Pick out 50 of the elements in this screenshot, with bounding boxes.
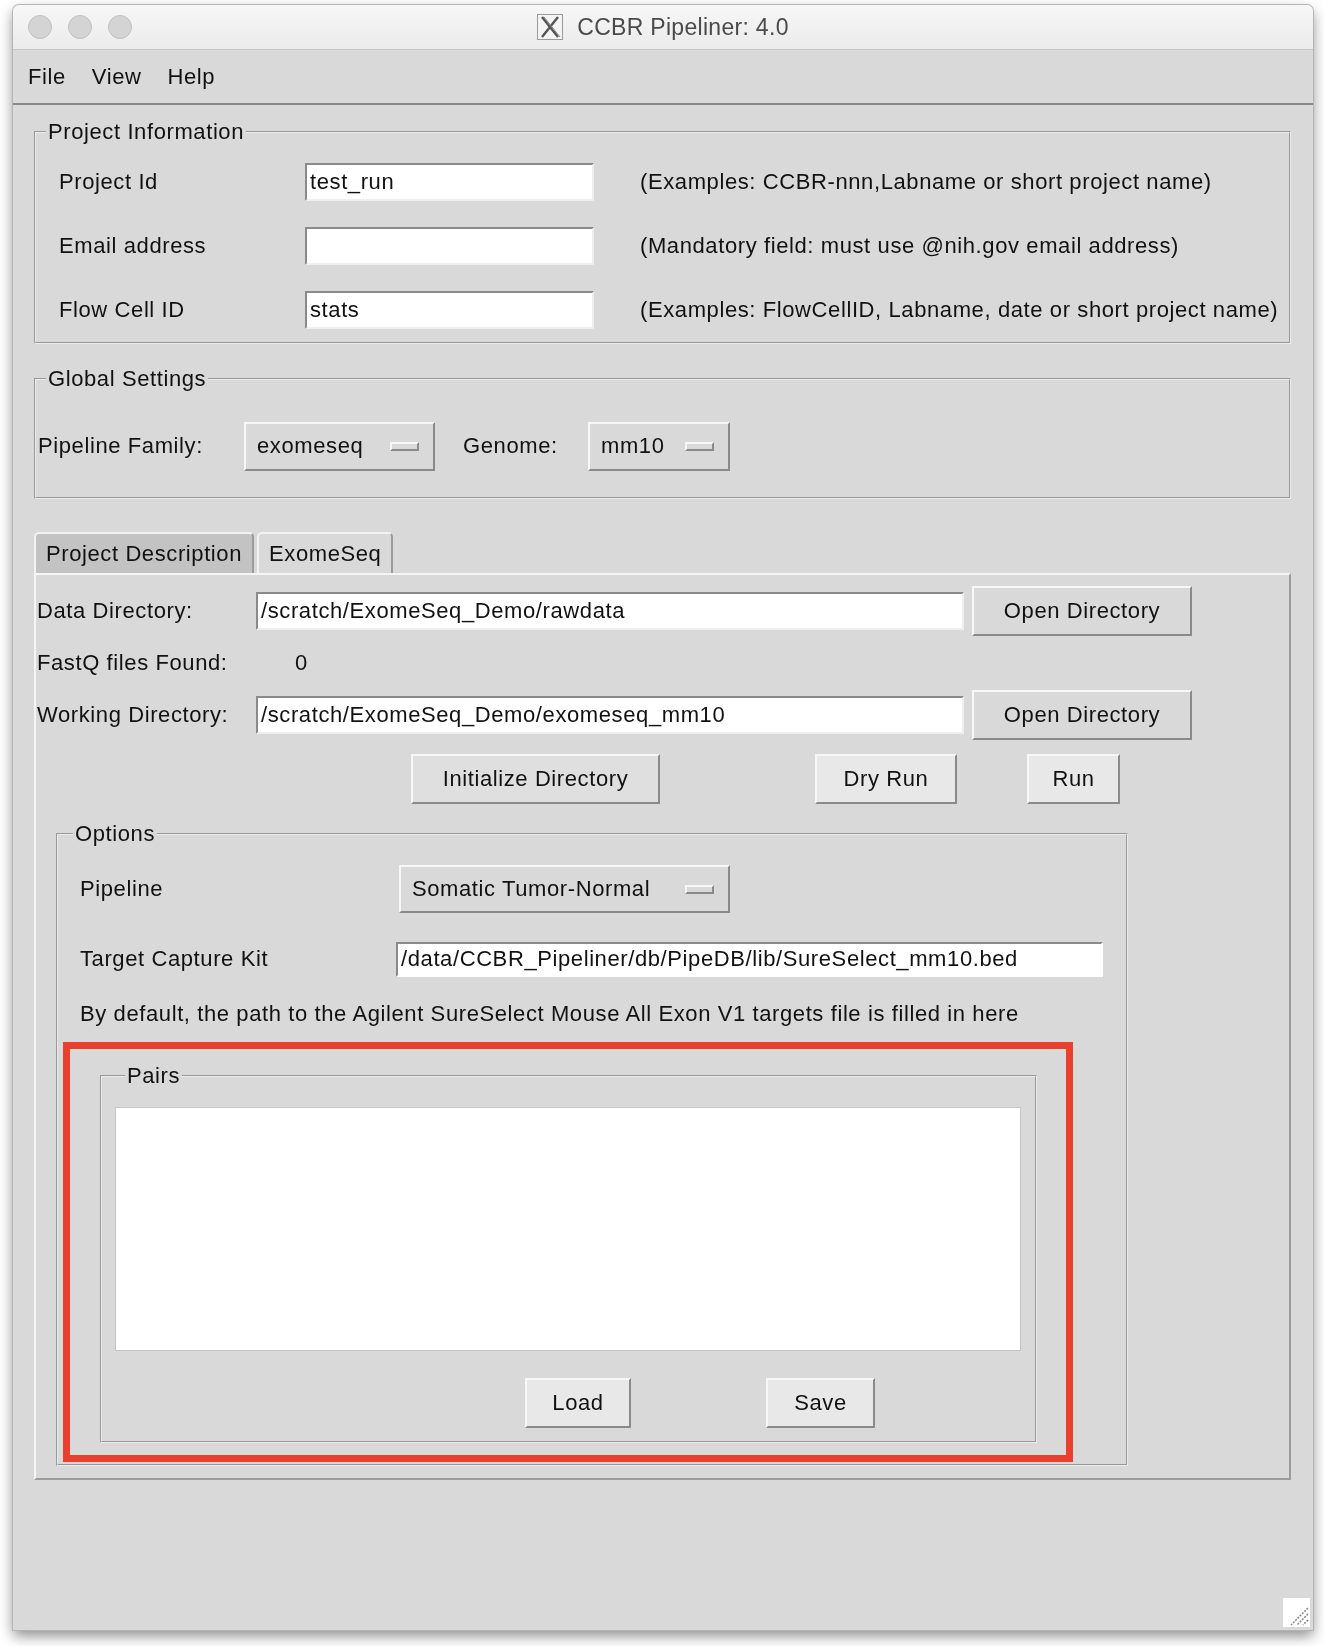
dropdown-indicator-icon [685, 884, 714, 894]
field-label: Genome: [463, 433, 559, 459]
pairs-button[interactable]: Save [766, 1378, 875, 1428]
dropdown-indicator-icon [390, 441, 419, 451]
pairs-text-area[interactable] [115, 1107, 1021, 1351]
field-label: FastQ files Found: [37, 650, 229, 676]
close-button[interactable] [28, 15, 52, 39]
group-title: Pairs [126, 1063, 182, 1089]
group-title: Project Information [47, 119, 246, 145]
text-field[interactable] [305, 227, 594, 265]
minimize-button[interactable] [68, 15, 92, 39]
field-label: Working Directory: [37, 702, 230, 728]
field-label: Target Capture Kit [80, 946, 270, 972]
text-field[interactable]: stats [305, 291, 594, 329]
window-title: CCBR Pipeliner: 4.0 [577, 13, 789, 41]
text-field[interactable]: /data/CCBR_Pipeliner/db/PipeDB/lib/SureSelect_mm10.bed [396, 941, 1103, 977]
action-button[interactable]: Run [1027, 754, 1120, 804]
text-field[interactable]: test_run [305, 163, 594, 201]
file-count: 0 [295, 650, 308, 676]
tab[interactable]: Project Description [34, 532, 255, 573]
pairs-button[interactable]: Load [525, 1378, 631, 1428]
dropdown[interactable]: mm10 [588, 421, 730, 471]
open-directory-button[interactable]: Open Directory [972, 586, 1192, 636]
help-text: By default, the path to the Agilent SureSelect Mouse All Exon V1 targets file is filled in here [80, 1001, 1019, 1027]
resize-grip-icon[interactable] [1283, 1598, 1310, 1627]
menu-item[interactable]: View [91, 63, 142, 90]
action-button[interactable]: Dry Run [815, 754, 957, 804]
field-label: Flow Cell ID [59, 297, 186, 323]
menu-item[interactable]: File [28, 63, 66, 90]
field-label: Pipeline Family: [38, 433, 204, 459]
menu-item[interactable]: Help [167, 63, 216, 90]
dropdown[interactable]: Somatic Tumor-Normal [399, 865, 730, 913]
field-label: Project Id [59, 169, 159, 195]
field-label: Data Directory: [37, 598, 194, 624]
field-hint: (Mandatory field: must use @nih.gov email address) [640, 233, 1180, 259]
field-hint: (Examples: CCBR-nnn,Labname or short project name) [640, 169, 1213, 195]
field-label: Email address [59, 233, 208, 259]
field-label: Pipeline [80, 876, 165, 902]
group-title: Options [74, 821, 157, 847]
open-directory-button[interactable]: Open Directory [972, 690, 1192, 740]
group-title: Global Settings [47, 366, 208, 392]
dropdown[interactable]: exomeseq [244, 421, 435, 471]
text-field[interactable]: /scratch/ExomeSeq_Demo/exomeseq_mm10 [256, 696, 964, 734]
tab[interactable]: ExomeSeq [257, 532, 394, 573]
app-icon [537, 14, 564, 40]
action-button[interactable]: Initialize Directory [411, 754, 660, 804]
dropdown-indicator-icon [685, 441, 714, 451]
text-field[interactable]: /scratch/ExomeSeq_Demo/rawdata [256, 592, 964, 630]
maximize-button[interactable] [108, 15, 132, 39]
field-hint: (Examples: FlowCellID, Labname, date or short project name) [640, 297, 1280, 323]
